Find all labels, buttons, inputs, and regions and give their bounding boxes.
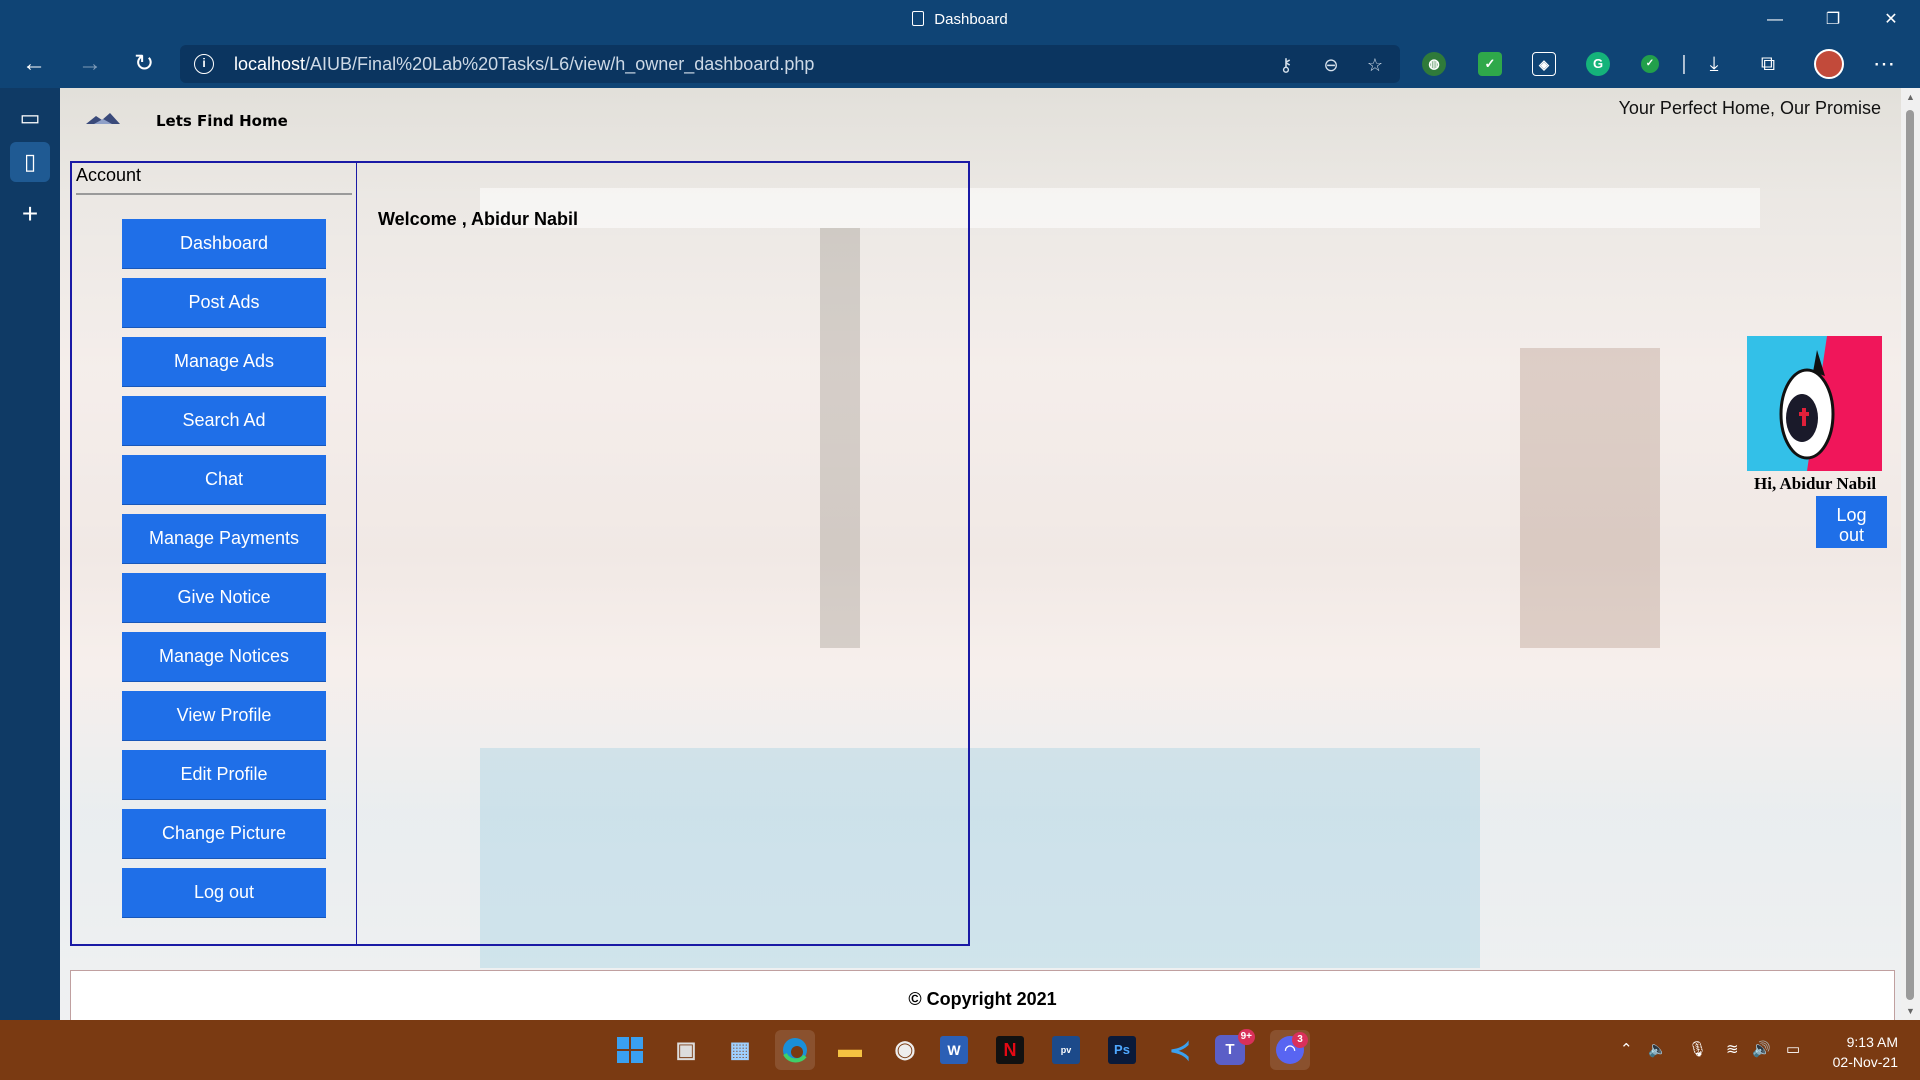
tagline: Your Perfect Home, Our Promise — [1618, 98, 1881, 118]
grammarly-icon[interactable]: G — [1586, 52, 1610, 76]
tray-overflow-icon[interactable]: ⌃ — [1620, 1040, 1633, 1058]
change-picture-button[interactable]: Change Picture — [122, 809, 326, 858]
scroll-thumb[interactable] — [1906, 110, 1914, 1000]
give-notice-button[interactable]: Give Notice — [122, 573, 326, 622]
prime-video-icon[interactable]: pv — [1052, 1036, 1080, 1064]
scroll-up-arrow-icon[interactable]: ▲ — [1901, 88, 1920, 106]
windows-taskbar: ▣ ▦ ▬ ◉ W N pv Ps ≺ T 9+ ◠ 3 ⌃ 🔈 🎙 ≋ 🔊 ▭ … — [0, 1020, 1920, 1080]
document-icon — [912, 11, 925, 26]
vertical-tab-page-icon[interactable]: ▯ — [10, 142, 50, 182]
zoom-out-icon[interactable]: ⊖ — [1320, 54, 1342, 76]
account-heading: Account — [76, 165, 142, 185]
vscode-icon[interactable]: ≺ — [1160, 1030, 1200, 1070]
user-greeting: Hi, Abidur Nabil — [1754, 474, 1877, 493]
wifi-icon[interactable]: ≋ — [1726, 1040, 1739, 1058]
manage-ads-button[interactable]: Manage Ads — [122, 337, 326, 386]
teams-badge: 9+ — [1237, 1029, 1255, 1045]
page-scrollbar[interactable]: ▲ ▼ — [1901, 88, 1920, 1020]
privacy-shield-icon[interactable]: ◈ — [1532, 52, 1556, 76]
site-logo-icon — [86, 113, 120, 124]
account-menu: Account Dashboard Post Ads Manage Ads Se… — [72, 163, 357, 944]
view-profile-button[interactable]: View Profile — [122, 691, 326, 740]
task-view-icon[interactable]: ▣ — [666, 1030, 706, 1070]
key-icon[interactable]: ⚷ — [1275, 54, 1297, 76]
discord-badge: 3 — [1292, 1032, 1308, 1048]
discord-icon[interactable]: ◠ 3 — [1270, 1030, 1310, 1070]
browser-toolbar: ← → ↻ i localhost/AIUB/Final%20Lab%20Tas… — [0, 40, 1920, 88]
manage-payments-button[interactable]: Manage Payments — [122, 514, 326, 563]
tray-speaker-status-icon[interactable]: 🔈 — [1648, 1040, 1667, 1058]
more-menu-icon[interactable]: ⋯ — [1866, 48, 1902, 80]
add-favorite-icon[interactable]: ☆ — [1364, 54, 1386, 76]
netflix-icon[interactable]: N — [996, 1036, 1024, 1064]
chat-button[interactable]: Chat — [122, 455, 326, 504]
clock-time: 9:13 AM — [1846, 1034, 1898, 1050]
manage-notices-button[interactable]: Manage Notices — [122, 632, 326, 681]
account-divider — [76, 193, 352, 195]
widgets-icon[interactable]: ▦ — [720, 1030, 760, 1070]
shield-extension-icon[interactable]: ✓ — [1478, 52, 1502, 76]
refresh-button[interactable]: ↻ — [126, 48, 162, 80]
window-title: Dashboard — [0, 0, 1920, 40]
microphone-icon[interactable]: 🎙 — [1688, 1040, 1707, 1058]
window-titlebar: Dashboard — ❐ ✕ — [0, 0, 1920, 40]
obs-icon[interactable]: ◉ — [885, 1030, 925, 1070]
word-icon[interactable]: W — [940, 1036, 968, 1064]
dashboard-panel: Account Dashboard Post Ads Manage Ads Se… — [70, 161, 970, 946]
security-extension-icon[interactable]: ✓ — [1641, 55, 1659, 73]
photoshop-icon[interactable]: Ps — [1108, 1036, 1136, 1064]
url-text[interactable]: localhost/AIUB/Final%20Lab%20Tasks/L6/vi… — [234, 45, 814, 83]
file-explorer-icon[interactable]: ▬ — [830, 1030, 870, 1070]
site-info-icon[interactable]: i — [194, 54, 214, 74]
start-button[interactable] — [610, 1030, 650, 1070]
tab-actions-icon[interactable]: ▭ — [10, 98, 50, 138]
teams-icon[interactable]: T 9+ — [1215, 1029, 1255, 1065]
downloads-icon[interactable]: ⤓ — [1696, 48, 1732, 80]
volume-icon[interactable]: 🔊 — [1752, 1040, 1771, 1058]
windows-logo-icon — [617, 1037, 643, 1063]
post-ads-button[interactable]: Post Ads — [122, 278, 326, 327]
edge-taskbar-icon[interactable] — [775, 1030, 815, 1070]
edit-profile-button[interactable]: Edit Profile — [122, 750, 326, 799]
browser-sidebar: ▭ ▯ + — [0, 88, 60, 1020]
clock-date: 02-Nov-21 — [1832, 1054, 1898, 1070]
collections-icon[interactable]: ⧉ — [1750, 48, 1786, 80]
page-footer: © Copyright 2021 — [70, 970, 1895, 1020]
extension-globe-icon[interactable]: ◍ — [1422, 52, 1446, 76]
back-button[interactable]: ← — [16, 48, 52, 80]
welcome-message: Welcome , Abidur Nabil — [378, 209, 579, 229]
system-clock[interactable]: 9:13 AM 02-Nov-21 — [1833, 1032, 1898, 1072]
brand-name: Lets Find Home — [156, 112, 288, 130]
restore-button[interactable]: ❐ — [1804, 0, 1862, 40]
search-ad-button[interactable]: Search Ad — [122, 396, 326, 445]
bg-stone-wall — [1520, 348, 1660, 648]
address-bar[interactable]: i localhost/AIUB/Final%20Lab%20Tasks/L6/… — [180, 45, 1400, 83]
forward-button[interactable]: → — [72, 48, 108, 80]
copyright-text: © Copyright 2021 — [908, 989, 1057, 1009]
profile-avatar-icon[interactable] — [1814, 49, 1844, 79]
header-logout-button[interactable]: Log out — [1816, 496, 1887, 548]
logout-menu-button[interactable]: Log out — [122, 868, 326, 917]
scroll-down-arrow-icon[interactable]: ▼ — [1901, 1002, 1920, 1020]
battery-icon[interactable]: ▭ — [1786, 1040, 1800, 1058]
dashboard-button[interactable]: Dashboard — [122, 219, 326, 268]
edge-logo-icon — [783, 1038, 807, 1063]
profile-picture — [1747, 336, 1882, 471]
minimize-button[interactable]: — — [1746, 0, 1804, 40]
close-button[interactable]: ✕ — [1862, 0, 1920, 40]
page-viewport: Lets Find Home Your Perfect Home, Our Pr… — [60, 88, 1901, 1020]
new-tab-icon[interactable]: + — [10, 194, 50, 234]
